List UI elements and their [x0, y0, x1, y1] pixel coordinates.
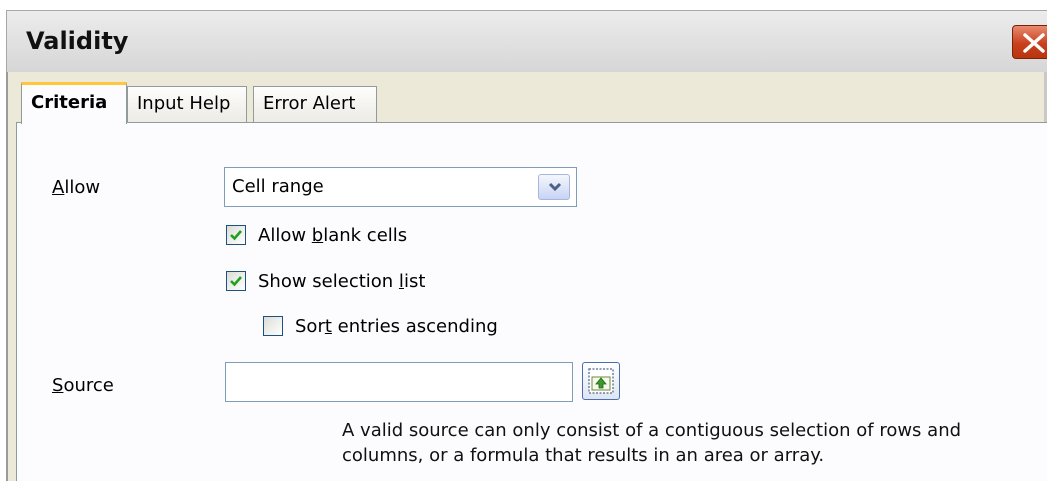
allow-label: Allow	[52, 177, 101, 198]
show-selection-list-checkbox[interactable]	[226, 271, 246, 291]
allow-select[interactable]: Cell range	[224, 167, 577, 207]
shrink-arrow-icon	[588, 368, 614, 394]
allow-dropdown-button[interactable]	[538, 174, 570, 200]
tab-criteria[interactable]: Criteria	[21, 82, 127, 124]
window-title: Validity	[26, 27, 129, 55]
allow-select-value: Cell range	[232, 176, 324, 197]
checkmark-icon	[230, 230, 242, 241]
close-x-icon	[1023, 33, 1045, 53]
close-button[interactable]	[1012, 25, 1047, 59]
sort-entries-label[interactable]: Sort entries ascending	[295, 316, 498, 337]
allow-blank-label[interactable]: Allow blank cells	[258, 225, 407, 246]
chevron-down-icon	[548, 182, 562, 192]
title-bar[interactable]: Validity	[6, 10, 1047, 72]
source-help-text: A valid source can only consist of a con…	[342, 420, 962, 466]
allow-blank-checkbox[interactable]	[226, 225, 246, 245]
source-label: Source	[52, 375, 114, 396]
sort-entries-checkbox[interactable]	[263, 316, 283, 336]
show-selection-list-label[interactable]: Show selection list	[258, 271, 425, 292]
checkmark-icon	[230, 276, 242, 287]
tab-error-alert[interactable]: Error Alert	[253, 86, 377, 122]
tab-input-help[interactable]: Input Help	[127, 86, 247, 122]
validity-dialog: Validity Criteria Input Help Error Alert…	[0, 0, 1047, 481]
shrink-button[interactable]	[582, 362, 620, 400]
source-input[interactable]	[225, 362, 573, 402]
